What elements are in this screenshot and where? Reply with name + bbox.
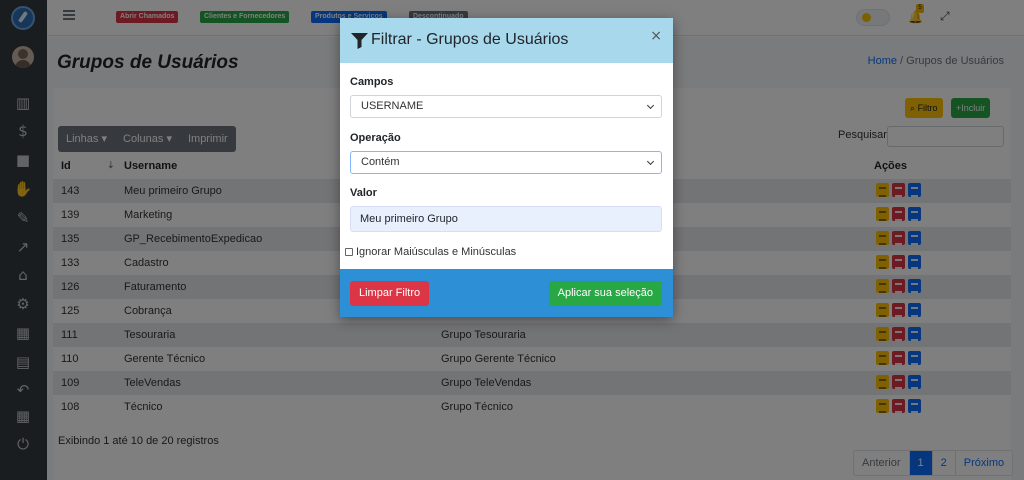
campos-select[interactable]: USERNAME <box>350 95 662 118</box>
clear-filter-button[interactable]: Limpar Filtro <box>350 281 430 306</box>
ignore-case-checkbox-row[interactable]: Ignorar Maiúsculas e Minúsculas <box>345 246 516 258</box>
modal-header: Filtrar - Grupos de Usuários × <box>340 18 673 63</box>
modal-footer: Limpar Filtro Aplicar sua seleção <box>340 269 673 317</box>
funnel-icon <box>351 33 368 49</box>
operacao-label: Operação <box>350 132 401 144</box>
ignore-case-checkbox[interactable] <box>345 248 353 256</box>
filter-modal: Filtrar - Grupos de Usuários × Campos US… <box>340 18 673 317</box>
modal-title: Filtrar - Grupos de Usuários <box>371 31 569 48</box>
ignore-case-label: Ignorar Maiúsculas e Minúsculas <box>356 246 517 258</box>
apply-selection-button[interactable]: Aplicar sua seleção <box>548 281 662 306</box>
campos-label: Campos <box>350 76 394 88</box>
valor-label: Valor <box>350 187 377 199</box>
operacao-select[interactable]: Contém <box>350 151 662 174</box>
close-icon[interactable]: × <box>650 28 662 44</box>
valor-input[interactable]: Meu primeiro Grupo <box>350 206 662 232</box>
